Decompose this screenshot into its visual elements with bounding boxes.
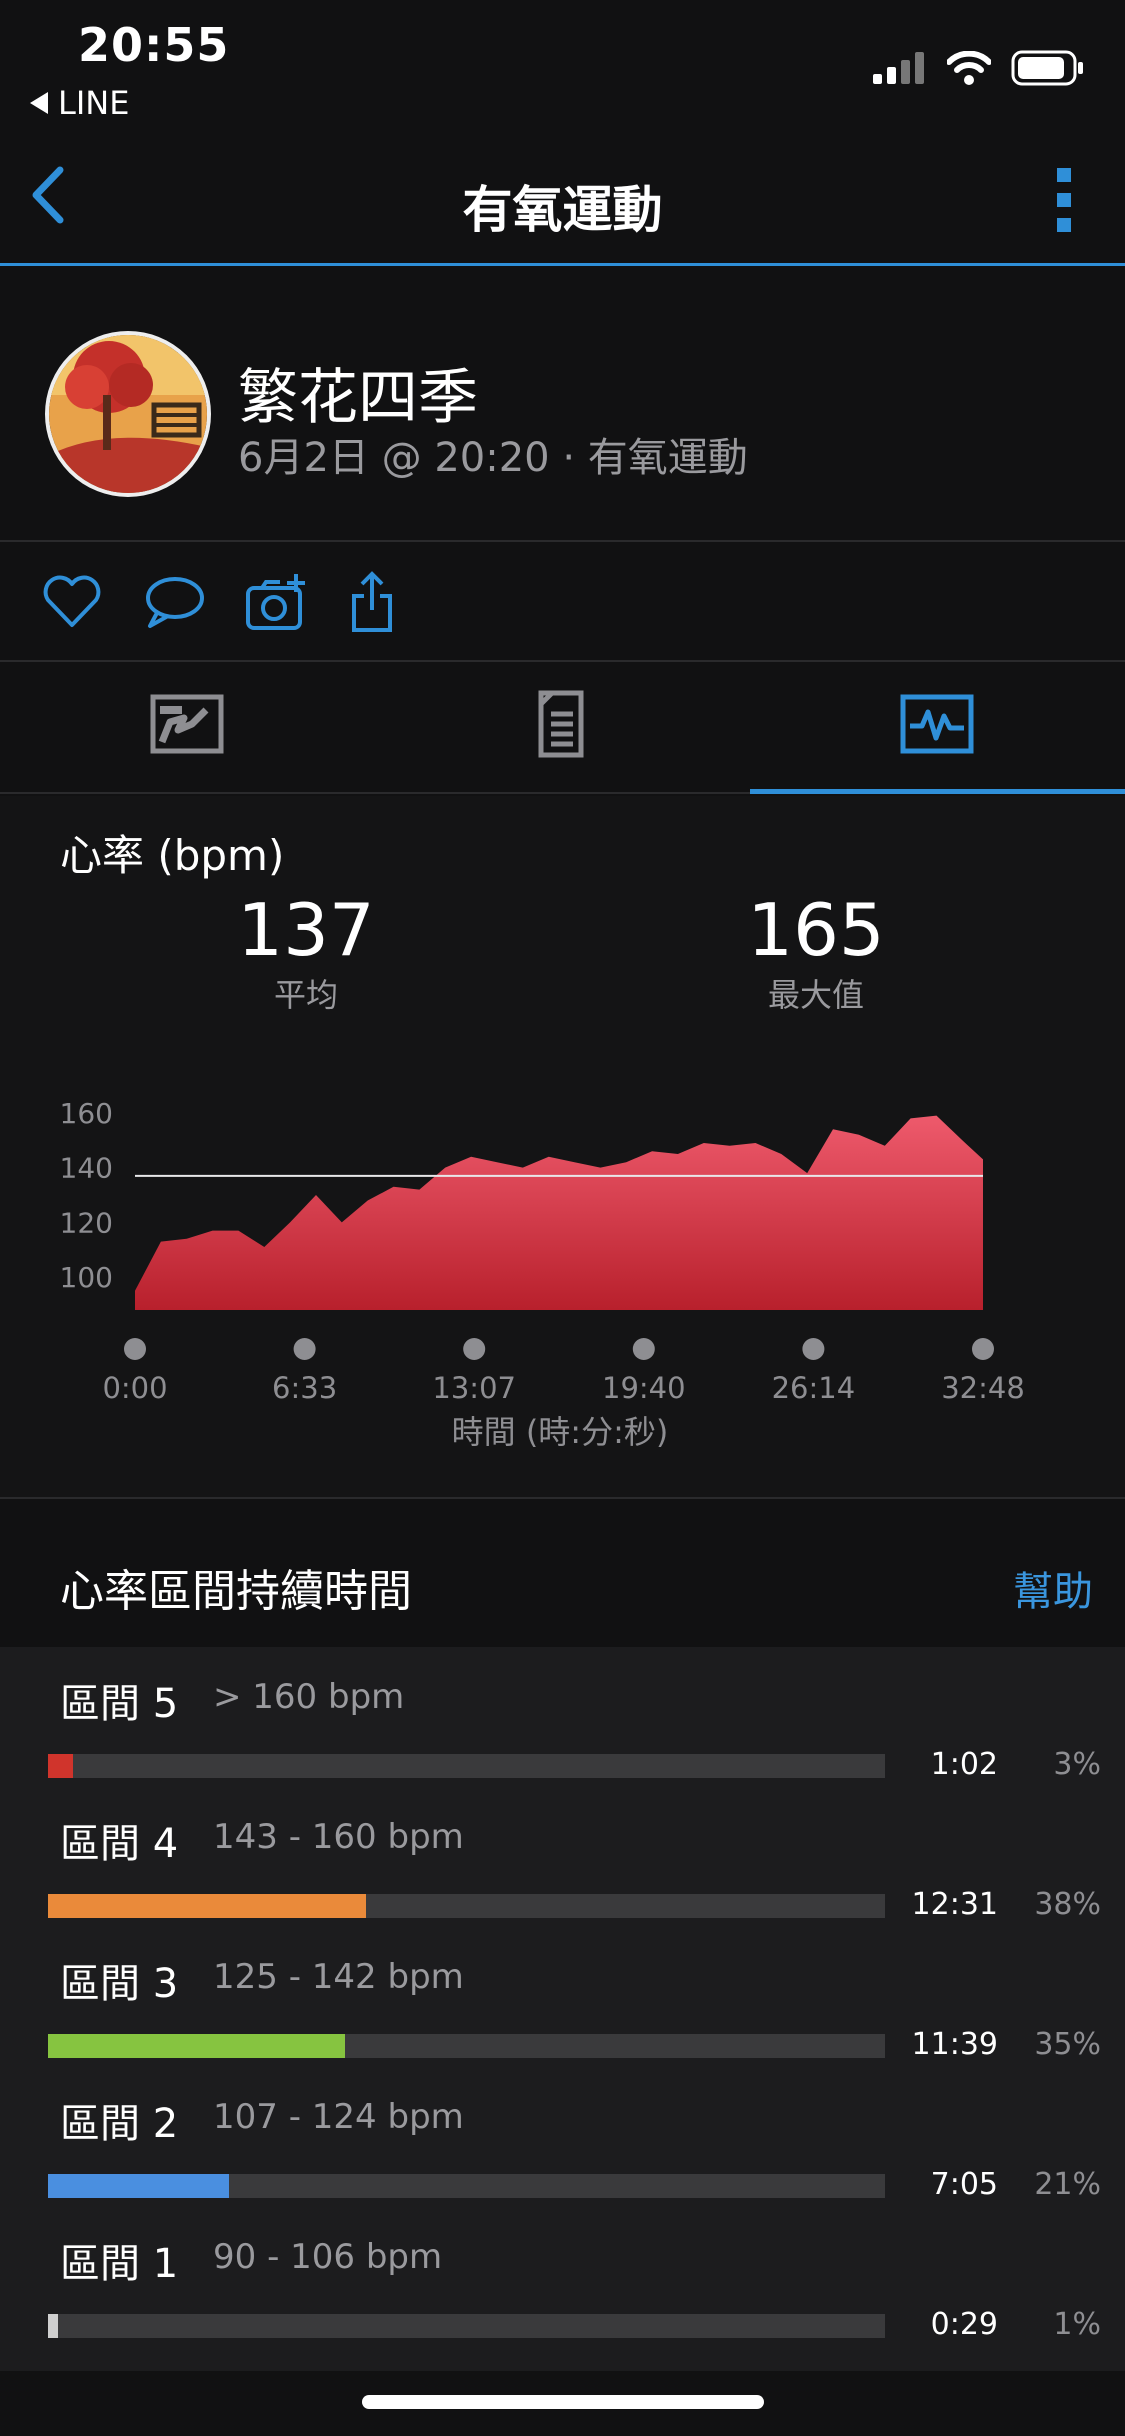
heart-rate-chart[interactable]: 100 140 120 160 0:00 6:33 13:07 19:40 26:14 32:4… (0, 796, 1125, 1499)
status-bar: 20:55 LINE (0, 0, 1125, 130)
y-tick-label: 140 (60, 1152, 113, 1185)
zone-time: 12:31 (911, 1887, 998, 1922)
zone-name: 區間 3 (60, 1961, 179, 2007)
zone-row: 區間 1 90 - 106 bpm 0:29 1% (0, 2207, 1125, 2347)
zone-percent: 35% (1034, 2027, 1101, 2062)
x-tick-dot[interactable] (463, 1338, 486, 1360)
page-title: 有氧運動 (462, 181, 663, 239)
heart-icon[interactable] (40, 570, 104, 634)
user-name[interactable]: 繁花四季 (238, 349, 478, 436)
share-icon[interactable] (344, 570, 408, 634)
zones-title: 心率區間持續時間 (60, 1566, 412, 1617)
zone-percent: 1% (1053, 2307, 1101, 2342)
back-triangle-icon (30, 92, 48, 114)
zone-bar-fill (48, 2314, 59, 2338)
zone-row: 區間 5 > 160 bpm 1:02 3% (0, 1647, 1125, 1787)
zone-name: 區間 2 (60, 2101, 179, 2147)
map-icon (150, 694, 224, 754)
x-tick-label: 13:07 (432, 1371, 516, 1405)
status-icons (873, 50, 1085, 86)
x-tick-label: 0:00 (102, 1371, 167, 1405)
heart-rate-area (135, 1115, 983, 1310)
avatar[interactable] (45, 331, 211, 497)
zone-bar-fill (48, 1894, 367, 1918)
tab-bar (0, 662, 1125, 794)
x-tick-label: 26:14 (772, 1371, 856, 1405)
zone-row: 區間 3 125 - 142 bpm 11:39 35% (0, 1927, 1125, 2067)
x-tick-label: 6:33 (272, 1371, 337, 1405)
zone-range: 143 - 160 bpm (213, 1817, 464, 1857)
back-to-app-link[interactable]: LINE (30, 84, 129, 122)
zone-range: > 160 bpm (213, 1677, 405, 1717)
activity-header: 繁花四季 6月2日 @ 20:20 · 有氧運動 (0, 269, 1125, 542)
x-tick-dot[interactable] (293, 1338, 316, 1360)
tab-charts[interactable] (750, 662, 1125, 794)
back-app-label: LINE (58, 84, 130, 122)
zone-range: 90 - 106 bpm (213, 2237, 443, 2277)
y-tick-label: 100 (60, 1261, 113, 1294)
zone-percent: 21% (1034, 2167, 1101, 2202)
signal-icon (873, 52, 924, 84)
action-row (0, 542, 1125, 662)
zone-percent: 3% (1053, 1747, 1101, 1782)
zone-time: 1:02 (930, 1747, 998, 1782)
help-link[interactable]: 幫助 (1013, 1559, 1093, 1617)
zone-bar-track (48, 2034, 885, 2058)
details-icon (538, 690, 584, 758)
zone-name: 區間 4 (60, 1821, 179, 1867)
zone-bar-fill (48, 2174, 229, 2198)
comment-icon[interactable] (142, 570, 206, 634)
zone-row: 區間 4 143 - 160 bpm 12:31 38% (0, 1787, 1125, 1927)
zone-bar-fill (48, 1754, 74, 1778)
x-tick-label: 32:48 (941, 1371, 1025, 1405)
avatar-image (49, 335, 207, 493)
chart-icon (900, 694, 974, 754)
zone-percent: 38% (1034, 1887, 1101, 1922)
zone-row: 區間 2 107 - 124 bpm 7:05 21% (0, 2067, 1125, 2207)
zone-time: 0:29 (930, 2307, 998, 2342)
zone-name: 區間 5 (60, 1681, 179, 1727)
status-time: 20:55 (78, 18, 230, 72)
y-tick-label: 120 (60, 1206, 113, 1239)
y-tick-label: 160 (60, 1097, 113, 1130)
wifi-icon (947, 51, 991, 85)
more-vertical-icon[interactable] (1057, 168, 1071, 232)
x-tick-dot[interactable] (632, 1338, 655, 1360)
zone-time: 7:05 (930, 2167, 998, 2202)
heart-rate-section: 心率 (bpm) 137 平均 165 最大值 100 140 120 160 0:0… (0, 796, 1125, 1499)
x-tick-dot[interactable] (802, 1338, 825, 1360)
battery-icon (1011, 50, 1083, 86)
x-axis-label: 時間 (時:分:秒) (452, 1413, 669, 1451)
zone-name: 區間 1 (60, 2241, 179, 2287)
x-tick-dot[interactable] (972, 1338, 994, 1360)
zone-bar-fill (48, 2034, 346, 2058)
zone-range: 125 - 142 bpm (213, 1957, 464, 1997)
x-tick-label: 19:40 (602, 1371, 686, 1405)
home-indicator[interactable] (362, 2395, 764, 2409)
nav-bar: 有氧運動 (0, 130, 1125, 266)
zones-header: 心率區間持續時間 幫助 (0, 1501, 1125, 1647)
add-photo-icon[interactable] (244, 570, 308, 634)
x-tick-dot[interactable] (124, 1338, 146, 1360)
tab-map[interactable] (0, 662, 375, 794)
tab-details[interactable] (375, 662, 750, 794)
activity-meta: 6月2日 @ 20:20 · 有氧運動 (238, 435, 748, 481)
zone-bar-track (48, 2174, 885, 2198)
zone-bar-track (48, 1894, 885, 1918)
zone-range: 107 - 124 bpm (213, 2097, 464, 2137)
zone-time: 11:39 (911, 2027, 998, 2062)
zones-list: 區間 5 > 160 bpm 1:02 3% 區間 4 143 - 160 bp… (0, 1647, 1125, 2371)
zone-bar-track (48, 2314, 885, 2338)
zone-bar-track (48, 1754, 885, 1778)
